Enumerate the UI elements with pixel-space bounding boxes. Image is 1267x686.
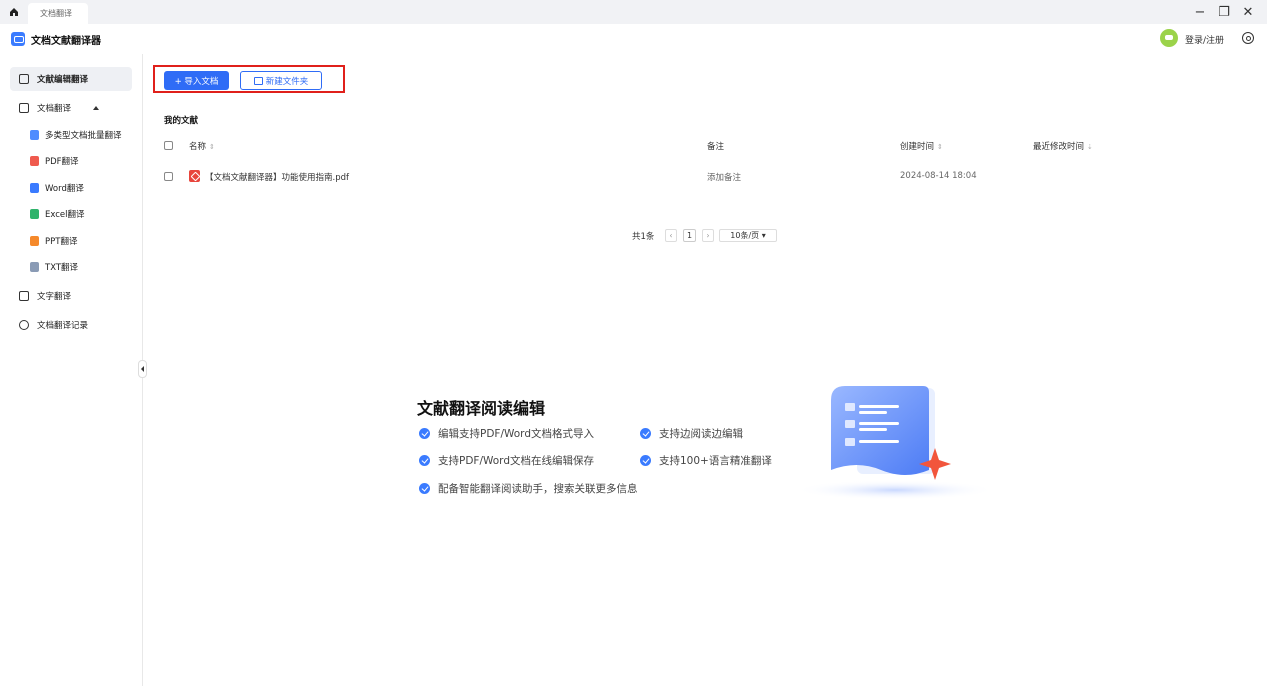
file-name-link[interactable]: 【文档文献翻译器】功能使用指南.pdf [205,171,349,183]
feature-item: 支持边阅读边编辑 [640,426,743,441]
sidebar-item-batch-translate[interactable]: 多类型文档批量翻译 [30,125,122,145]
sidebar-item-label: 多类型文档批量翻译 [45,131,122,141]
page-size-select[interactable]: 10条/页 ▾ [719,229,777,242]
promo-title: 文献翻译阅读编辑 [417,399,546,418]
next-page-button[interactable]: › [702,229,714,242]
login-register-link[interactable]: 登录/注册 [1185,33,1224,46]
created-time: 2024-08-14 18:04 [900,171,977,181]
app-title: 文档文献翻译器 [31,36,101,47]
feature-label: 支持100+语言精准翻译 [659,455,772,467]
feature-label: 编辑支持PDF/Word文档格式导入 [438,428,594,440]
sidebar-item-translate-history[interactable]: 文档翻译记录 [10,313,132,337]
word-icon [30,183,39,193]
app-header: 文档文献翻译器 登录/注册 [0,24,1267,54]
excel-icon [30,209,39,219]
txt-icon [30,262,39,272]
feature-item: 配备智能翻译阅读助手，搜索关联更多信息 [419,481,638,496]
new-folder-label: 新建文件夹 [265,76,309,87]
close-button[interactable]: ✕ [1240,4,1256,20]
folder-plus-icon [253,76,263,85]
sort-icon: ⇣ [1087,143,1093,151]
new-folder-button[interactable]: 新建文件夹 [240,71,322,90]
sort-icon: ⇕ [937,143,943,151]
ppt-icon [30,236,39,246]
sidebar-item-word-translate[interactable]: Word翻译 [30,178,84,198]
add-note-link[interactable]: 添加备注 [707,171,741,183]
sidebar-item-label: 文档翻译 [37,104,72,114]
sidebar-item-label: Word翻译 [45,184,84,194]
text-icon [19,291,29,301]
column-header-note: 备注 [707,142,725,152]
document-icon [19,103,29,113]
import-document-button[interactable]: + 导入文档 [164,71,229,90]
feature-label: 配备智能翻译阅读助手，搜索关联更多信息 [438,483,638,495]
column-header-created[interactable]: 创建时间 ⇕ [900,140,943,152]
sidebar-item-text-translate[interactable]: 文字翻译 [10,284,132,308]
window-titlebar: 文档翻译 − ❐ ✕ [0,0,1267,24]
prev-page-button[interactable]: ‹ [665,229,677,242]
sidebar-item-label: PPT翻译 [45,237,78,247]
feature-label: 支持边阅读边编辑 [659,428,743,440]
batch-icon [30,130,39,140]
restore-button[interactable]: ❐ [1216,4,1232,20]
check-icon [419,455,430,466]
sidebar-item-label: 文档翻译记录 [37,321,89,331]
section-title: 我的文献 [164,116,199,126]
document-edit-icon [19,74,29,84]
sidebar-item-label: 文字翻译 [37,292,72,302]
column-header-label: 名称 [189,142,207,152]
sidebar-item-txt-translate[interactable]: TXT翻译 [30,257,78,277]
sidebar-item-literature-edit-translate[interactable]: 文献编辑翻译 [10,67,132,91]
app-logo-icon [11,32,25,46]
row-checkbox[interactable] [164,172,173,181]
sidebar-item-label: PDF翻译 [45,157,79,167]
select-all-checkbox[interactable] [164,141,173,150]
pdf-file-icon [189,170,200,182]
settings-icon[interactable] [1242,32,1254,44]
sidebar-item-label: TXT翻译 [45,263,79,273]
check-icon [640,455,651,466]
chevron-up-icon [93,106,100,110]
sidebar-item-pdf-translate[interactable]: PDF翻译 [30,151,79,171]
document-illustration [795,386,995,500]
sidebar-item-document-translate[interactable]: 文档翻译 [10,96,132,120]
sidebar: 文献编辑翻译 文档翻译 多类型文档批量翻译 PDF翻译 Word翻译 Excel… [0,54,143,686]
column-header-label: 创建时间 [900,142,935,152]
sidebar-item-label: 文献编辑翻译 [37,75,89,85]
feature-item: 支持PDF/Word文档在线编辑保存 [419,453,594,468]
sort-icon: ⇕ [209,143,215,151]
home-icon[interactable] [6,5,22,19]
minimize-button[interactable]: − [1192,4,1208,20]
column-header-label: 最近修改时间 [1033,142,1085,152]
pagination-total: 共1条 [632,232,655,242]
avatar-icon[interactable] [1160,29,1178,47]
check-icon [640,428,651,439]
sidebar-item-excel-translate[interactable]: Excel翻译 [30,204,85,224]
feature-label: 支持PDF/Word文档在线编辑保存 [438,455,594,467]
check-icon [419,428,430,439]
feature-item: 编辑支持PDF/Word文档格式导入 [419,426,594,441]
tab-document-translate[interactable]: 文档翻译 [28,3,88,24]
sidebar-item-ppt-translate[interactable]: PPT翻译 [30,231,77,251]
sidebar-item-label: Excel翻译 [45,210,85,220]
column-header-name[interactable]: 名称 ⇕ [189,140,215,152]
clock-icon [19,320,29,330]
check-icon [419,483,430,494]
column-header-modified[interactable]: 最近修改时间 ⇣ [1033,140,1093,152]
page-number-button[interactable]: 1 [683,229,696,242]
sidebar-collapse-handle[interactable] [138,360,147,378]
feature-item: 支持100+语言精准翻译 [640,453,772,468]
pdf-icon [30,156,39,166]
